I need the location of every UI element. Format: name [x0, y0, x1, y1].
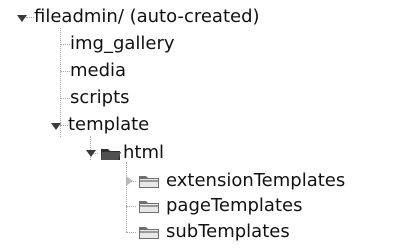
folder-icon — [139, 201, 159, 213]
tree-item-label: scripts — [70, 87, 130, 108]
tree-item-label: html — [123, 142, 165, 163]
tree-guide-media — [60, 71, 70, 72]
tree-item-label: extensionTemplates — [166, 170, 346, 191]
tree-guide-img-gallery — [60, 44, 70, 45]
tree-item-extension-templates[interactable]: extensionTemplates — [138, 168, 376, 194]
tree-item-scripts[interactable]: scripts — [70, 85, 150, 111]
html-expand-toggle-icon[interactable] — [86, 150, 96, 157]
tree-item-page-templates[interactable]: pageTemplates — [138, 193, 338, 219]
tree-guide-level-3 — [126, 162, 127, 232]
tree-item-fileadmin[interactable]: fileadmin/ (auto-created) — [34, 4, 339, 30]
template-expand-toggle-icon[interactable] — [51, 123, 61, 130]
tree-item-media[interactable]: media — [70, 58, 134, 84]
tree-item-label: media — [70, 60, 127, 81]
tree-guide-scripts — [60, 98, 70, 99]
tree-guide-page-templates — [126, 206, 136, 207]
tree-item-html[interactable]: html — [100, 140, 196, 166]
root-expand-toggle-icon[interactable] — [17, 15, 27, 22]
tree-item-label: pageTemplates — [166, 195, 303, 216]
tree-item-label: subTemplates — [166, 221, 290, 242]
tree-guide-template — [60, 125, 68, 126]
folder-icon — [139, 227, 159, 239]
tree-guide-sub-templates — [126, 232, 136, 233]
folder-icon — [139, 176, 159, 188]
tree-item-label: img_gallery — [70, 33, 175, 54]
tree-item-sub-templates[interactable]: subTemplates — [138, 219, 338, 245]
open-folder-icon — [101, 149, 121, 160]
tree-guide-root — [26, 17, 34, 18]
tree-item-label: fileadmin/ (auto-created) — [34, 6, 260, 27]
tree-item-template[interactable]: template — [68, 112, 168, 138]
file-tree: fileadmin/ (auto-created) img_gallery me… — [0, 0, 393, 249]
extension-templates-collapsed-toggle-icon[interactable] — [126, 176, 133, 186]
tree-item-label: template — [68, 114, 150, 135]
tree-item-img-gallery[interactable]: img_gallery — [70, 31, 176, 57]
